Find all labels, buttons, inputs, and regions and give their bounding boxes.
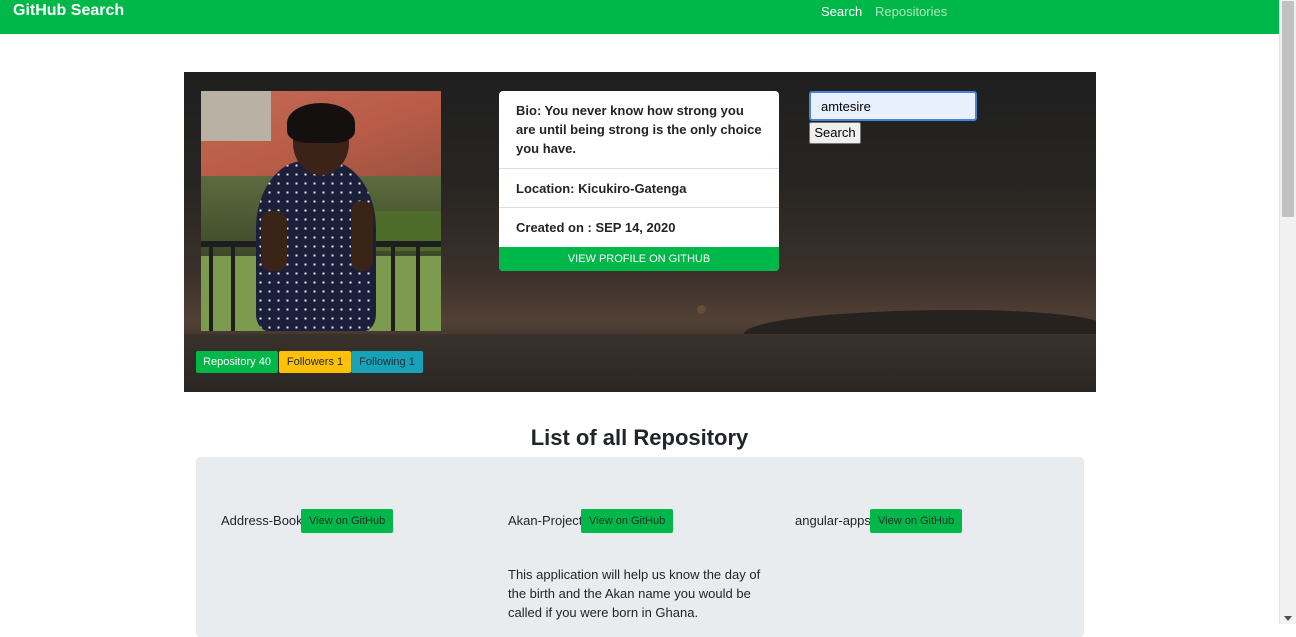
banner-sun	[697, 305, 706, 314]
search-input[interactable]	[809, 91, 977, 121]
brand-logo[interactable]: GitHub Search	[13, 1, 124, 21]
divider	[499, 207, 779, 208]
created-date-text: Created on : SEP 14, 2020	[516, 220, 676, 235]
bio-text: Bio: You never know how strong you are u…	[516, 103, 762, 156]
repo-name-angular-apps: angular-apps	[795, 513, 871, 528]
scrollbar-thumb[interactable]	[1282, 1, 1294, 217]
repository-list-title: List of all Repository	[530, 425, 749, 450]
scroll-down-icon[interactable]	[1284, 616, 1292, 621]
repo-name-akan-project: Akan-Project	[508, 513, 583, 528]
avatar	[201, 91, 441, 331]
following-count-badge: Following 1	[351, 351, 423, 373]
view-profile-button[interactable]: VIEW PROFILE ON GITHUB	[499, 247, 779, 271]
profile-info-card: Bio: You never know how strong you are u…	[499, 91, 779, 271]
nav-link-search[interactable]: Search	[821, 4, 862, 20]
navbar: GitHub Search Search Repositories	[0, 0, 1279, 34]
repository-count-badge: Repository 40	[196, 351, 278, 373]
followers-count-badge: Followers 1	[279, 351, 351, 373]
repo-description: This application will help us know the d…	[508, 567, 761, 620]
repo-name-address-book: Address-Book	[221, 513, 303, 528]
view-on-github-button[interactable]: View on GitHub	[870, 509, 963, 533]
view-on-github-button[interactable]: View on GitHub	[301, 509, 394, 533]
location-text: Location: Kicukiro-Gatenga	[516, 181, 687, 196]
nav-link-repositories[interactable]: Repositories	[875, 4, 947, 20]
view-on-github-button[interactable]: View on GitHub	[581, 509, 674, 533]
scrollbar[interactable]	[1279, 0, 1296, 624]
search-button[interactable]: Search	[809, 122, 861, 144]
divider	[499, 168, 779, 169]
